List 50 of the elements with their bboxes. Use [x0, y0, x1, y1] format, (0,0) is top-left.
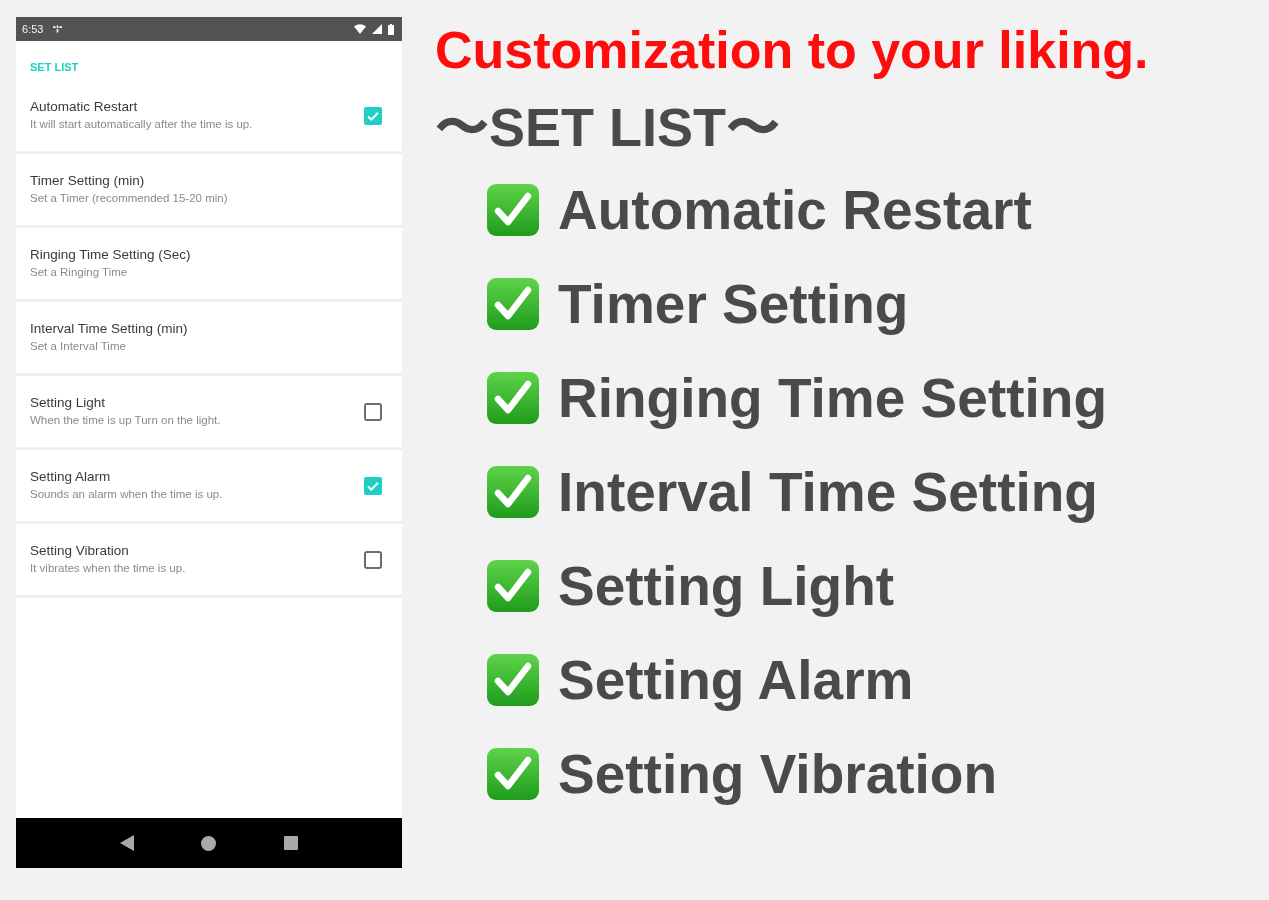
recents-icon[interactable] — [284, 836, 299, 850]
checkmark-icon — [487, 748, 539, 800]
signal-icon — [372, 24, 382, 34]
setting-summary: Set a Interval Time — [30, 340, 126, 352]
checkmark-icon — [487, 654, 539, 706]
checkbox[interactable] — [364, 402, 382, 421]
checkbox[interactable] — [364, 476, 382, 495]
settings-row[interactable]: Ringing Time Setting (Sec) Set a Ringing Time — [16, 228, 402, 302]
settings-row[interactable]: Setting Vibration It vibrates when the time is up. — [16, 524, 402, 598]
settings-row[interactable]: Interval Time Setting (min) Set a Interval Time — [16, 302, 402, 376]
feature-label: Automatic Restart — [558, 178, 1032, 242]
feature-label: Setting Light — [558, 554, 895, 618]
checkmark-icon — [487, 278, 539, 330]
checkmark-icon — [487, 372, 539, 424]
setting-title: Setting Alarm — [30, 469, 111, 484]
setting-title: Automatic Restart — [30, 99, 138, 114]
notification-icon — [53, 25, 63, 33]
settings-row[interactable]: Automatic Restart It will start automatically after the time is up. — [16, 80, 402, 154]
back-icon[interactable] — [119, 835, 134, 851]
headline: Customization to your liking. — [435, 20, 1149, 80]
feature-label: Setting Vibration — [558, 742, 997, 806]
checkmark-icon — [487, 560, 539, 612]
setting-title: Ringing Time Setting (Sec) — [30, 247, 191, 262]
setting-summary: Sounds an alarm when the time is up. — [30, 488, 223, 500]
feature-label: Timer Setting — [558, 272, 909, 336]
setting-summary: It will start automatically after the time is up. — [30, 118, 253, 130]
setting-summary: When the time is up Turn on the light. — [30, 414, 221, 426]
setting-summary: Set a Timer (recommended 15-20 min) — [30, 192, 228, 204]
feature-label: Setting Alarm — [558, 648, 914, 712]
feature-label: Ringing Time Setting — [558, 366, 1107, 430]
settings-row[interactable]: Setting Alarm Sounds an alarm when the time is up. — [16, 450, 402, 524]
subheading: 〜SET LIST〜 — [435, 97, 780, 157]
feature-label: Interval Time Setting — [558, 460, 1098, 524]
setting-title: Timer Setting (min) — [30, 173, 145, 188]
setting-title: Setting Light — [30, 395, 106, 410]
wifi-icon — [354, 24, 366, 34]
setting-title: Setting Vibration — [30, 543, 129, 558]
status-time: 6:53 — [22, 23, 44, 35]
setting-summary: Set a Ringing Time — [30, 266, 128, 278]
settings-row[interactable]: Setting Light When the time is up Turn on the light. — [16, 376, 402, 450]
setting-title: Interval Time Setting (min) — [30, 321, 188, 336]
checkbox[interactable] — [364, 550, 382, 569]
home-icon[interactable] — [201, 835, 217, 851]
setting-summary: It vibrates when the time is up. — [30, 562, 186, 574]
checkmark-icon — [487, 184, 539, 236]
settings-row[interactable]: Timer Setting (min) Set a Timer (recommended 15-20 min) — [16, 154, 402, 228]
battery-icon — [388, 23, 394, 35]
checkmark-icon — [487, 466, 539, 518]
section-header: SET LIST — [29, 60, 80, 75]
checkbox[interactable] — [364, 106, 382, 125]
